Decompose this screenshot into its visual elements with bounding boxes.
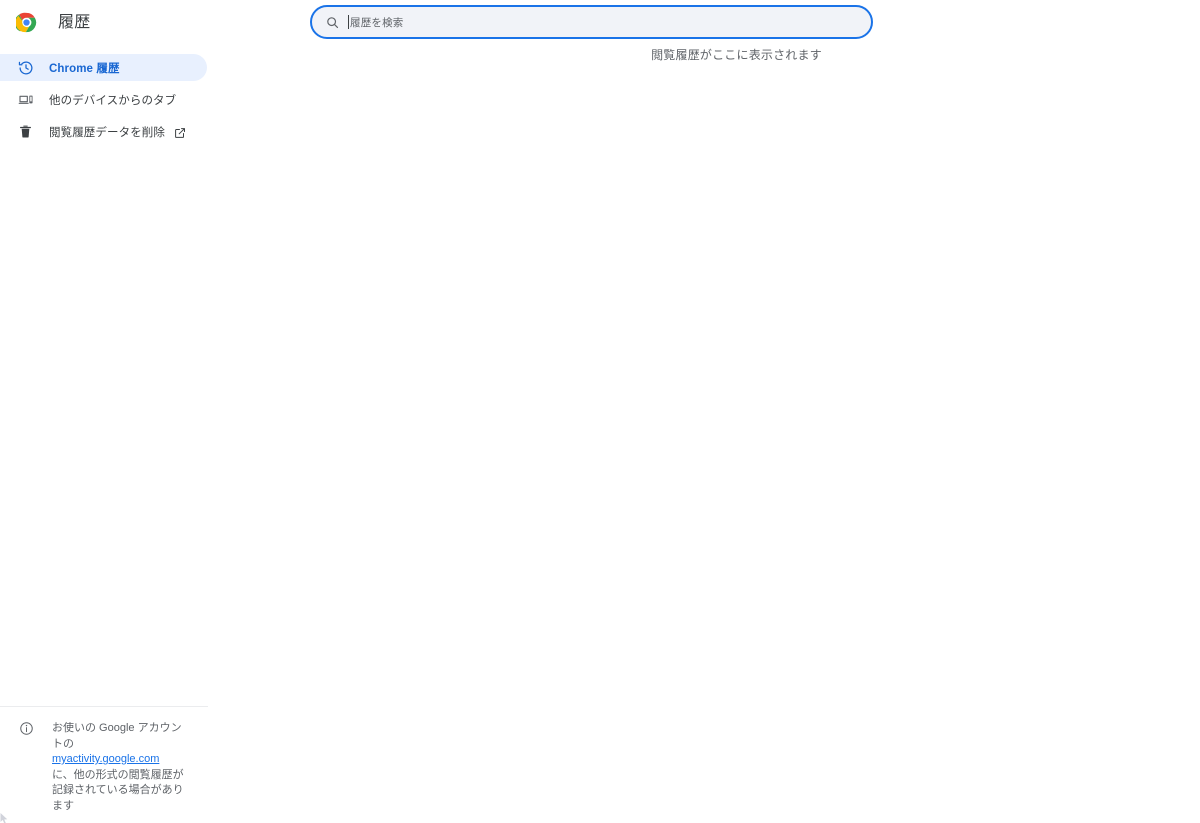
sidebar-footer-note: お使いの Google アカウントの myactivity.google.com…: [0, 706, 208, 814]
sidebar-item-label: Chrome 履歴: [49, 62, 120, 75]
brand-header: 履歴: [0, 0, 91, 45]
info-circle-icon: [19, 721, 34, 736]
search-placeholder: 履歴を検索: [350, 16, 404, 29]
mouse-cursor-artifact: [0, 812, 10, 823]
sidebar: 履歴 Chrome 履歴 他のデバイスからのタブ 閲覧履歴データを削除 お使いの…: [0, 0, 300, 823]
sidebar-item-label: 閲覧履歴データを削除: [49, 126, 165, 139]
sidebar-item-tabs-from-other-devices[interactable]: 他のデバイスからのタブ: [0, 86, 207, 113]
search-bar-container: 履歴を検索: [310, 5, 873, 39]
chrome-logo-icon: [14, 12, 37, 33]
open-in-new-icon[interactable]: [174, 126, 186, 138]
search-input[interactable]: 履歴を検索: [310, 5, 873, 39]
trash-bin-icon: [17, 123, 34, 140]
sidebar-item-clear-browsing-data[interactable]: 閲覧履歴データを削除: [0, 118, 207, 145]
history-clock-icon: [17, 59, 34, 76]
page-title: 履歴: [58, 13, 91, 31]
footer-text-after: に、他の形式の閲覧履歴が記録されている場合があります: [52, 768, 184, 812]
empty-state-message: 閲覧履歴がここに表示されます: [651, 48, 822, 62]
sidebar-item-chrome-history[interactable]: Chrome 履歴: [0, 54, 207, 81]
footer-note-text: お使いの Google アカウントの myactivity.google.com…: [52, 721, 184, 814]
devices-laptop-phone-icon: [17, 91, 34, 108]
text-caret: [348, 15, 349, 29]
history-page: 履歴 Chrome 履歴 他のデバイスからのタブ 閲覧履歴データを削除 お使いの…: [0, 0, 1200, 823]
footer-text-before: お使いの Google アカウントの: [52, 722, 182, 750]
search-magnifier-icon: [326, 16, 339, 29]
sidebar-item-label: 他のデバイスからのタブ: [49, 94, 177, 107]
main-content: 履歴を検索 閲覧履歴がここに表示されます: [300, 0, 1200, 823]
search-field-text: 履歴を検索: [348, 7, 404, 37]
sidebar-nav: Chrome 履歴 他のデバイスからのタブ 閲覧履歴データを削除: [0, 54, 230, 150]
myactivity-link[interactable]: myactivity.google.com: [52, 753, 159, 765]
